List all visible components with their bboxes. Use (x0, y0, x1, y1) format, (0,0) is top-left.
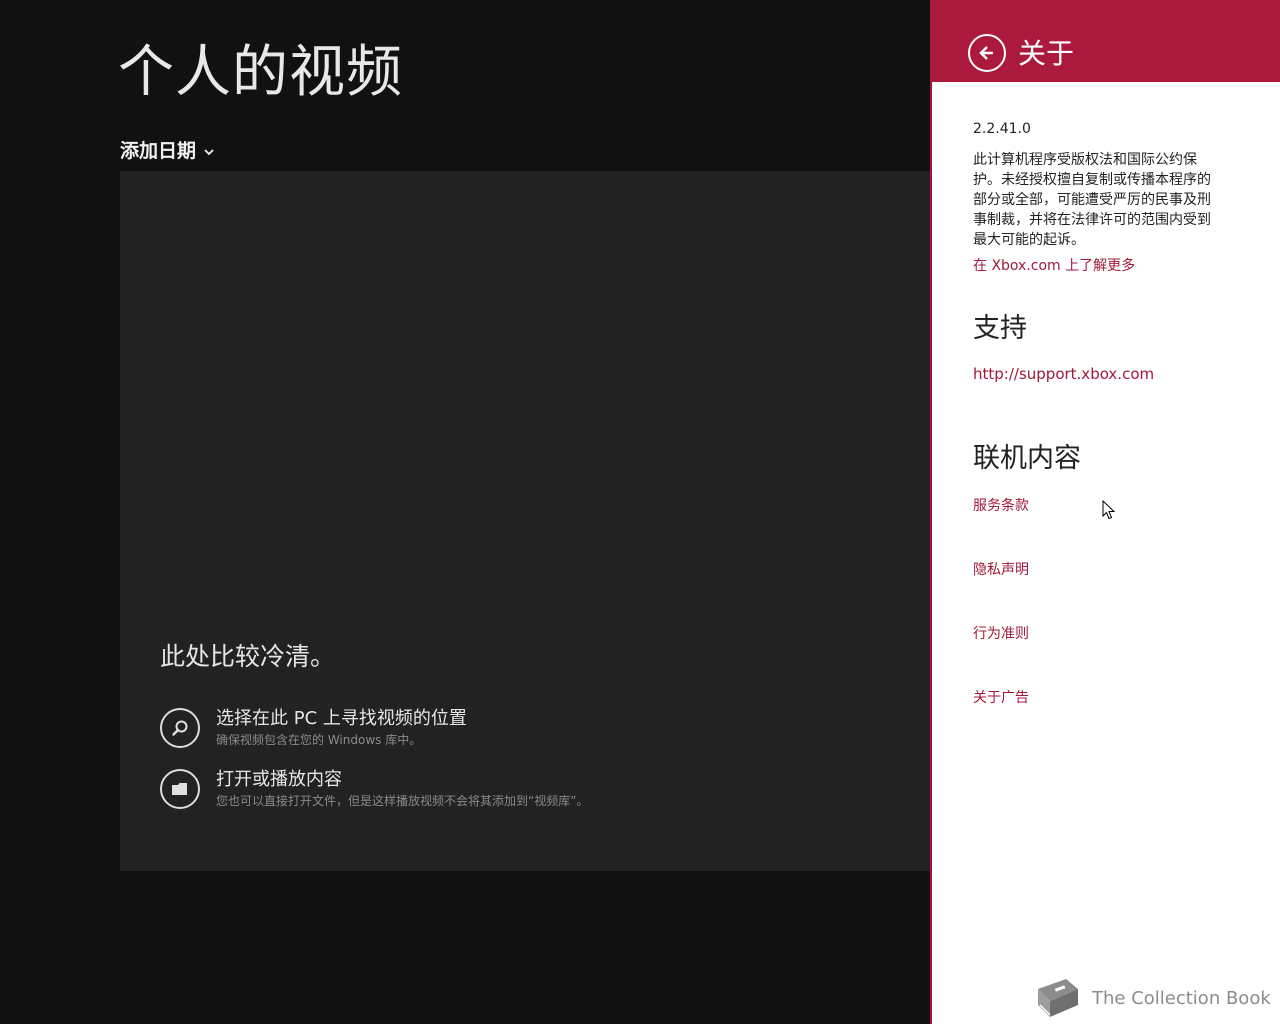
choose-location-hint: 确保视频包含在您的 Windows 库中。 (216, 733, 422, 747)
support-link[interactable]: http://support.xbox.com (973, 365, 1154, 383)
watermark: The Collection Book (1028, 975, 1271, 1021)
empty-state-title: 此处比较冷清。 (160, 642, 336, 671)
search-icon (160, 708, 200, 748)
flyout-header: 关于 (932, 0, 1280, 82)
about-ads-link[interactable]: 关于广告 (973, 687, 1029, 707)
open-or-play-action[interactable]: 打开或播放内容 您也可以直接打开文件，但是这样播放视频不会将其添加到“视频库”。 (160, 769, 588, 811)
support-heading: 支持 (973, 313, 1027, 344)
copyright-notice: 此计算机程序受版权法和国际公约保护。未经授权擅自复制或传播本程序的部分或全部，可… (973, 152, 1211, 248)
online-content-heading: 联机内容 (973, 443, 1081, 474)
page-title: 个人的视频 (118, 40, 403, 105)
sort-dropdown-label: 添加日期 (120, 140, 197, 162)
open-or-play-hint: 您也可以直接打开文件，但是这样播放视频不会将其添加到“视频库”。 (216, 794, 589, 808)
back-arrow-icon (979, 46, 993, 60)
watermark-text: The Collection Book (1092, 987, 1271, 1009)
sort-dropdown[interactable]: 添加日期 (120, 136, 216, 163)
screen: 个人的视频 添加日期 此处比较冷清。 选择在此 PC 上寻找视频的位置 确保视频… (0, 0, 1280, 1024)
privacy-statement-link[interactable]: 隐私声明 (973, 559, 1029, 579)
app-version: 2.2.41.0 (973, 121, 1031, 137)
empty-state-panel: 此处比较冷清。 选择在此 PC 上寻找视频的位置 确保视频包含在您的 Windo… (120, 171, 931, 871)
terms-of-service-link[interactable]: 服务条款 (973, 495, 1029, 515)
book-icon (1038, 979, 1078, 1017)
mouse-cursor-icon (1102, 500, 1116, 520)
open-or-play-text: 打开或播放内容 (216, 769, 342, 790)
choose-video-location-action[interactable]: 选择在此 PC 上寻找视频的位置 确保视频包含在您的 Windows 库中。 (160, 708, 467, 750)
folder-icon (160, 769, 200, 809)
choose-location-text: 选择在此 PC 上寻找视频的位置 (216, 708, 467, 729)
learn-more-link[interactable]: 在 Xbox.com 上了解更多 (973, 255, 1135, 275)
flyout-title: 关于 (1018, 37, 1075, 70)
code-of-conduct-link[interactable]: 行为准则 (973, 623, 1029, 643)
back-button[interactable] (968, 34, 1006, 72)
chevron-down-icon (204, 148, 214, 155)
